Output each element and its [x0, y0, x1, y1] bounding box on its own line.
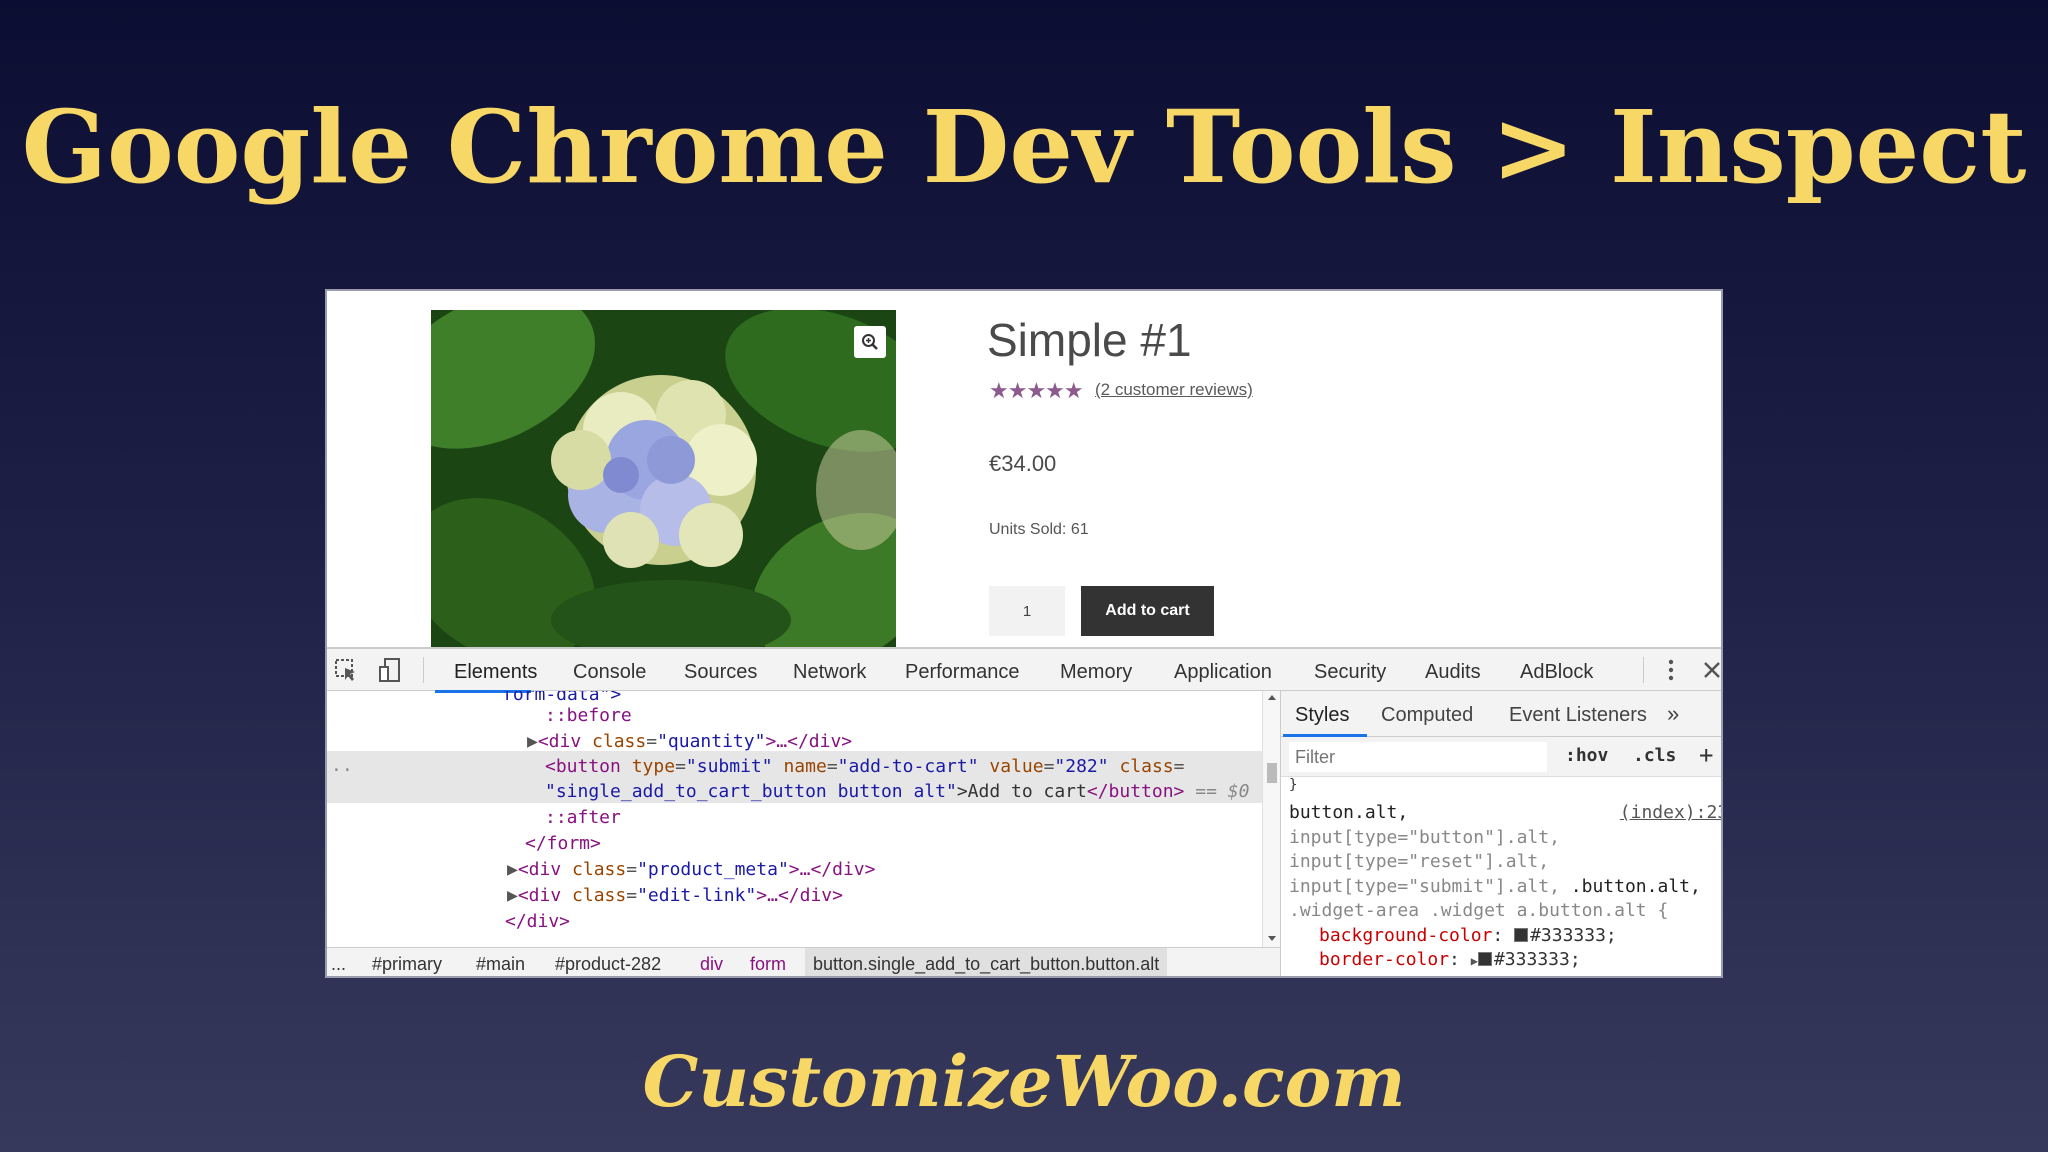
- toolbar-divider: [1643, 657, 1644, 683]
- css-property-background-color[interactable]: background-color: #333333;: [1289, 924, 1721, 949]
- breadcrumb-form[interactable]: form: [750, 954, 786, 975]
- devtools-panel: Elements Console Sources Network Perform…: [327, 647, 1721, 976]
- tab-performance[interactable]: Performance: [905, 661, 1020, 684]
- css-rule: button.alt, (index):239 input[type="butt…: [1289, 801, 1721, 974]
- breadcrumb-main[interactable]: #main: [476, 954, 525, 975]
- breadcrumb-div[interactable]: div: [700, 954, 723, 975]
- star-rating: ★★★★★: [989, 378, 1084, 403]
- dom-node-product-meta[interactable]: ▶<div class="product_meta">…</div>: [507, 857, 875, 883]
- close-devtools-icon[interactable]: [1699, 657, 1721, 683]
- class-toggle[interactable]: .cls: [1633, 745, 1676, 766]
- styles-filter-row: :hov .cls +: [1281, 737, 1721, 777]
- css-selector-line[interactable]: input[type="submit"].alt, .button.alt,: [1289, 875, 1721, 900]
- dom-node-edit-link[interactable]: ▶<div class="edit-link">…</div>: [507, 883, 843, 909]
- tab-computed[interactable]: Computed: [1381, 704, 1473, 727]
- add-rule-button[interactable]: +: [1699, 741, 1713, 769]
- hydrangea-photo: [431, 310, 896, 647]
- expand-triangle-icon[interactable]: ▶: [1471, 954, 1478, 968]
- breadcrumb-product[interactable]: #product-282: [555, 954, 661, 975]
- css-selector-line[interactable]: button.alt, (index):239: [1289, 801, 1721, 826]
- tab-security[interactable]: Security: [1314, 661, 1386, 684]
- tab-audits[interactable]: Audits: [1425, 661, 1481, 684]
- browser-screenshot: Simple #1 ★★★★★ (2 customer reviews) €34…: [325, 289, 1723, 978]
- css-selector-line[interactable]: input[type="reset"].alt,: [1289, 850, 1721, 875]
- dom-div-close[interactable]: </div>: [505, 909, 570, 935]
- magnifier-icon: [862, 334, 878, 350]
- tab-network[interactable]: Network: [793, 661, 866, 684]
- elements-tree: form-data"> ::before ▶<div class="quanti…: [327, 691, 1280, 947]
- units-sold: Units Sold: 61: [989, 521, 1089, 538]
- breadcrumb-button[interactable]: button.single_add_to_cart_button.button.…: [805, 948, 1168, 976]
- tab-elements[interactable]: Elements: [454, 661, 537, 684]
- tab-memory[interactable]: Memory: [1060, 661, 1132, 684]
- dom-node-button-cont[interactable]: "single_add_to_cart_button button alt">A…: [545, 779, 1249, 805]
- devtools-tabbar: Elements Console Sources Network Perform…: [327, 647, 1721, 693]
- tab-adblock[interactable]: AdBlock: [1520, 661, 1593, 684]
- rule-brace: }: [1289, 777, 1298, 793]
- product-title: Simple #1: [987, 314, 1192, 366]
- product-image[interactable]: [431, 310, 896, 647]
- style-source-link[interactable]: (index):239: [1620, 801, 1721, 826]
- tab-application[interactable]: Application: [1174, 661, 1272, 684]
- breadcrumb-ellipsis[interactable]: ...: [331, 954, 346, 975]
- breadcrumb-primary[interactable]: #primary: [372, 954, 442, 975]
- color-swatch[interactable]: [1477, 952, 1492, 966]
- product-price: €34.00: [989, 451, 1057, 476]
- dom-pseudo-before[interactable]: ::before: [545, 703, 632, 729]
- dom-node-button[interactable]: <button type="submit" name="add-to-cart"…: [545, 754, 1184, 780]
- dom-pseudo-after[interactable]: ::after: [545, 805, 621, 831]
- expand-triangle-icon[interactable]: ▶: [507, 859, 518, 880]
- styles-filter-input[interactable]: [1289, 742, 1547, 772]
- dom-breadcrumb: ... #primary #main #product-282 div form…: [327, 947, 1280, 976]
- styles-tabbar: Styles Computed Event Listeners »: [1281, 691, 1721, 737]
- device-toolbar-icon[interactable]: [377, 657, 403, 683]
- add-to-cart-button[interactable]: Add to cart: [1081, 586, 1214, 636]
- css-property-border-color[interactable]: border-color: ▶ #333333;: [1289, 948, 1721, 974]
- styles-pane: Styles Computed Event Listeners » :hov .…: [1280, 691, 1721, 976]
- node-ellipsis[interactable]: ..: [331, 753, 353, 779]
- footer-brand: CustomizeWoo.com: [642, 1040, 1406, 1123]
- tab-sources[interactable]: Sources: [684, 661, 757, 684]
- expand-triangle-icon[interactable]: ▶: [527, 731, 538, 752]
- dom-node-quantity[interactable]: ▶<div class="quantity">…</div>: [527, 729, 852, 755]
- more-tabs-icon[interactable]: »: [1667, 701, 1679, 727]
- zoom-button[interactable]: [854, 326, 886, 358]
- css-selector-line[interactable]: .widget-area .widget a.button.alt {: [1289, 899, 1721, 924]
- customer-reviews-link[interactable]: (2 customer reviews): [1095, 380, 1253, 400]
- color-swatch[interactable]: [1514, 927, 1529, 942]
- quantity-input[interactable]: [989, 586, 1065, 636]
- dom-form-close[interactable]: </form>: [525, 831, 601, 857]
- slide-title: Google Chrome Dev Tools > Inspect: [21, 88, 2027, 206]
- css-selector-line[interactable]: input[type="button"].alt,: [1289, 826, 1721, 851]
- elements-scrollbar[interactable]: [1262, 691, 1280, 947]
- tab-console[interactable]: Console: [573, 661, 646, 684]
- inspect-element-icon[interactable]: [333, 657, 359, 683]
- hover-state-toggle[interactable]: :hov: [1565, 745, 1608, 766]
- expand-triangle-icon[interactable]: ▶: [507, 885, 518, 906]
- toolbar-divider: [423, 657, 424, 683]
- more-options-icon[interactable]: [1658, 657, 1684, 683]
- tab-event-listeners[interactable]: Event Listeners: [1509, 704, 1647, 727]
- tab-styles[interactable]: Styles: [1295, 704, 1349, 727]
